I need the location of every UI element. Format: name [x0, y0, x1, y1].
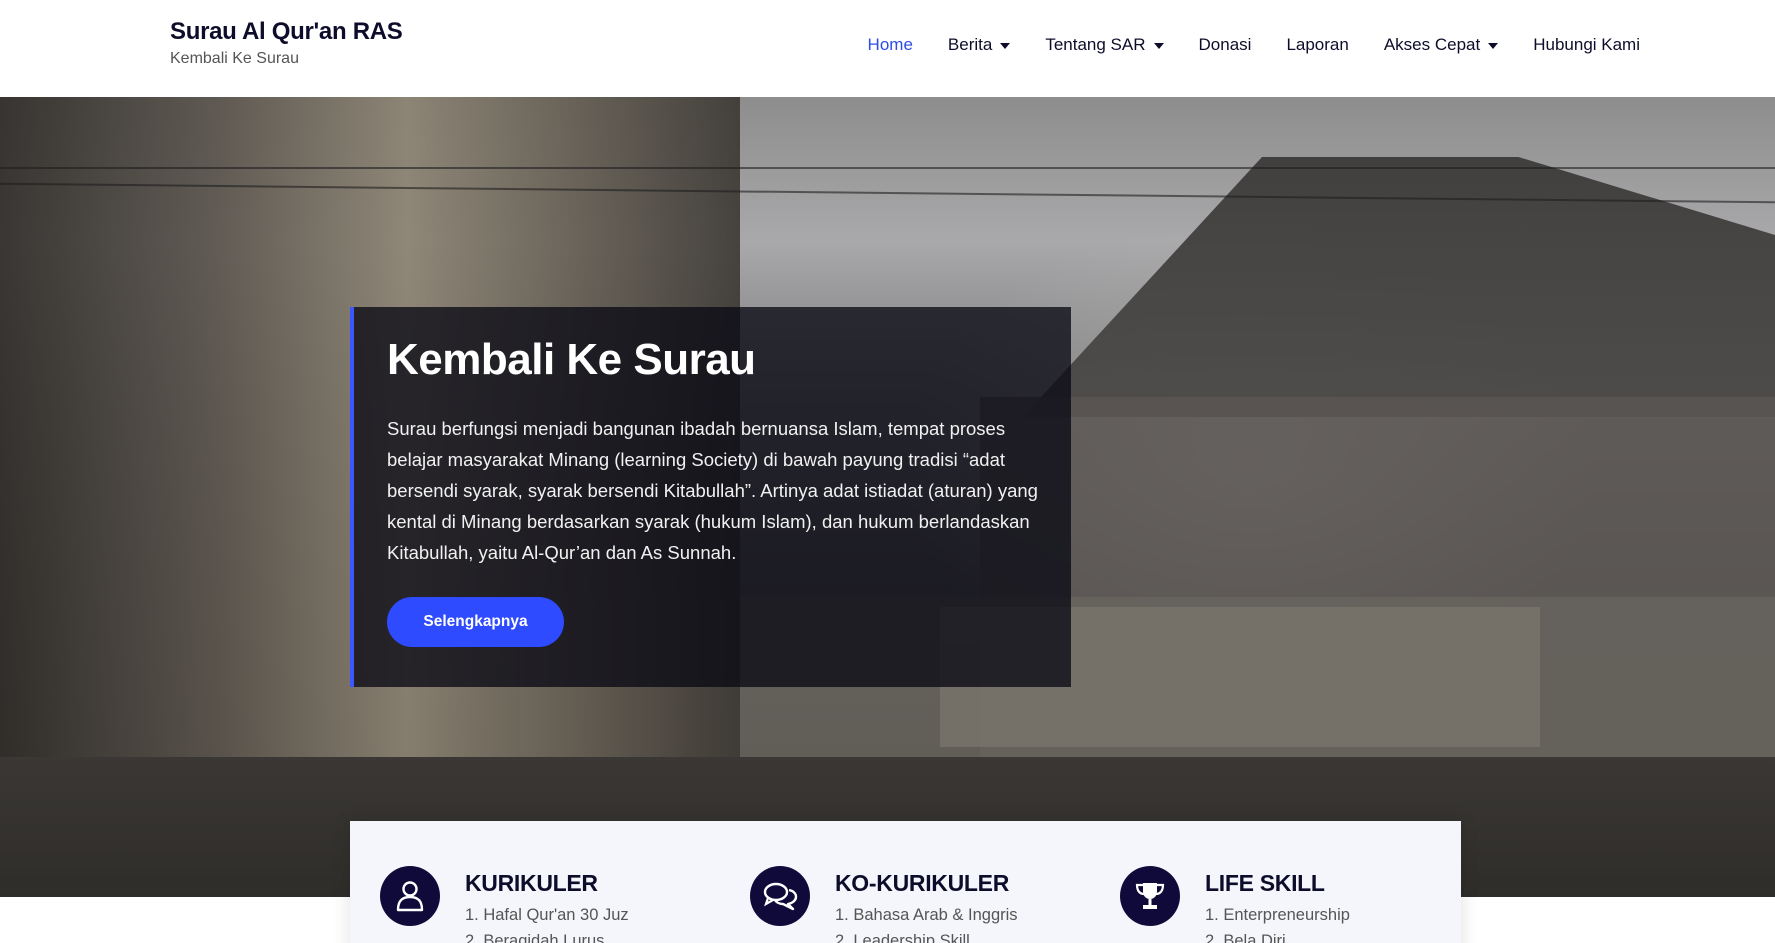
hero-background-wire: [0, 167, 1775, 169]
nav-label: Donasi: [1198, 35, 1252, 54]
brand[interactable]: Surau Al Qur'an RAS Kembali Ke Surau: [170, 18, 403, 68]
nav-label: Berita: [947, 35, 993, 54]
site-tagline: Kembali Ke Surau: [170, 50, 299, 67]
feature-kurikuler: KURIKULER 1. Hafal Qur'an 30 Juz 2. Bera…: [350, 866, 710, 943]
caret-down-icon: [1000, 43, 1011, 49]
trophy-icon: [1120, 866, 1180, 926]
feature-item: 2. Bela Diri: [1205, 932, 1286, 943]
feature-item: 1. Hafal Qur'an 30 Juz: [465, 906, 629, 924]
user-icon: [380, 866, 440, 926]
feature-title: KURIKULER: [465, 870, 598, 896]
hero-description: Surau berfungsi menjadi bangunan ibadah …: [387, 418, 1038, 563]
feature-item: 2. Leadership Skill: [835, 932, 970, 943]
nav-item-donasi[interactable]: Donasi: [1199, 35, 1252, 55]
site-title[interactable]: Surau Al Qur'an RAS: [170, 18, 403, 46]
hero-title: Kembali Ke Surau: [387, 335, 756, 384]
nav-label: Akses Cepat: [1383, 35, 1481, 54]
feature-title: KO-KURIKULER: [835, 870, 1009, 896]
nav-item-tentang-sar[interactable]: Tentang SAR: [1045, 35, 1164, 55]
feature-title: LIFE SKILL: [1205, 870, 1325, 896]
nav-label: Home: [867, 35, 913, 54]
feature-item: 1. Bahasa Arab & Inggris: [835, 906, 1018, 924]
nav-label: Tentang SAR: [1045, 35, 1146, 54]
features-panel: KURIKULER 1. Hafal Qur'an 30 Juz 2. Bera…: [350, 821, 1461, 943]
hero-section: Kembali Ke Surau Surau berfungsi menjadi…: [0, 97, 1775, 897]
hero-card: Kembali Ke Surau Surau berfungsi menjadi…: [350, 307, 1071, 687]
nav-item-akses-cepat[interactable]: Akses Cepat: [1383, 35, 1499, 55]
nav-item-home[interactable]: Home: [868, 35, 913, 55]
chat-icon: [750, 866, 810, 926]
nav-item-laporan[interactable]: Laporan: [1286, 35, 1348, 55]
feature-ko-kurikuler: KO-KURIKULER 1. Bahasa Arab & Inggris 2.…: [720, 866, 1080, 943]
feature-life-skill: LIFE SKILL 1. Enterpreneurship 2. Bela D…: [1090, 866, 1450, 943]
feature-item: 2. Beraqidah Lurus: [465, 932, 605, 943]
read-more-button[interactable]: Selengkapnya: [387, 597, 564, 647]
nav-label: Laporan: [1286, 35, 1349, 54]
nav-item-hubungi-kami[interactable]: Hubungi Kami: [1533, 35, 1640, 55]
nav-label: Hubungi Kami: [1533, 35, 1640, 54]
caret-down-icon: [1488, 43, 1499, 49]
site-header: Surau Al Qur'an RAS Kembali Ke Surau Hom…: [0, 0, 1775, 97]
caret-down-icon: [1153, 43, 1164, 49]
feature-item: 1. Enterpreneurship: [1205, 906, 1350, 924]
nav-item-berita[interactable]: Berita: [947, 35, 1011, 55]
main-nav: Home Berita Tentang SAR Donasi Laporan A…: [833, 35, 1640, 55]
